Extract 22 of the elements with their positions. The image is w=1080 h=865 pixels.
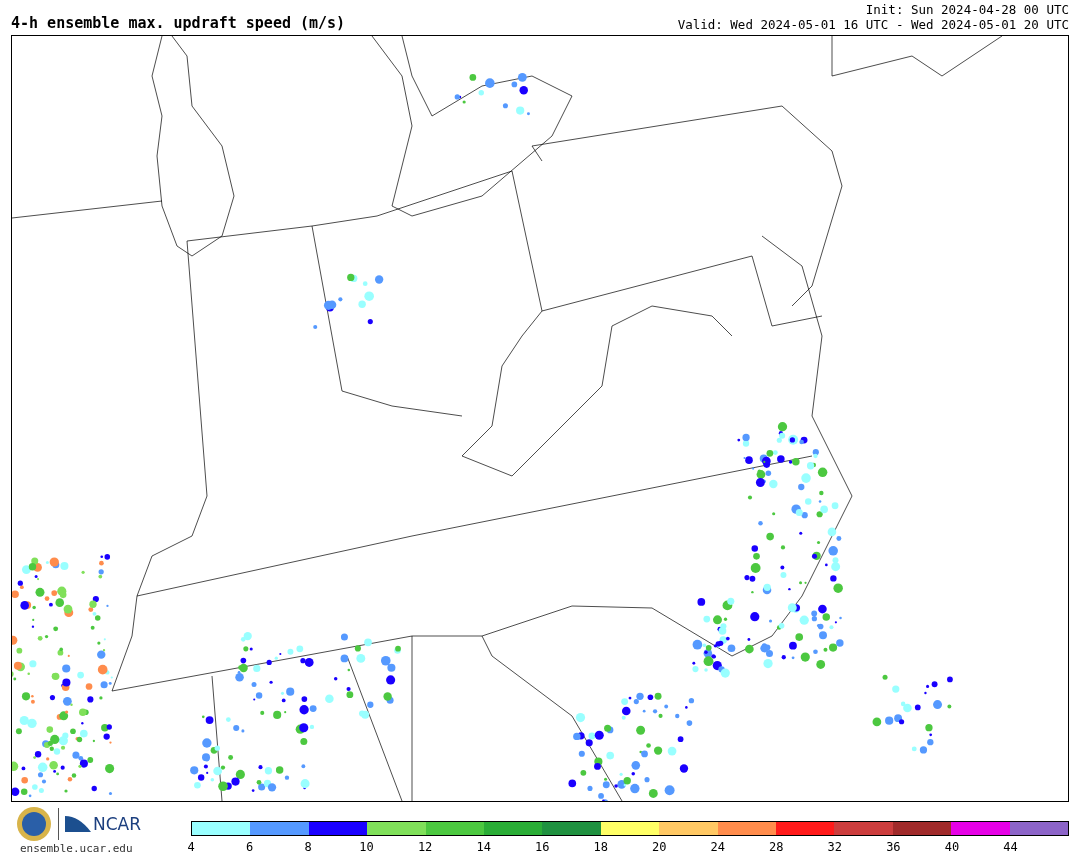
- colorbar-tick-label: 18: [593, 840, 608, 854]
- init-time: Init: Sun 2024-04-28 00 UTC: [865, 2, 1069, 17]
- colorbar-tick-label: 10: [359, 840, 374, 854]
- colorbar-tick-label: 12: [417, 840, 433, 854]
- colorbar-tick-label: 28: [769, 840, 784, 854]
- colorbar-tick-label: 8: [304, 840, 312, 854]
- ncar-logo-text: NCAR: [93, 814, 142, 834]
- colorbar-tick-label: 6: [245, 840, 254, 854]
- colorbar-tick-label: 44: [1003, 840, 1018, 854]
- colorbar-tick-label: 4: [187, 840, 195, 854]
- map-title: 4-h ensemble max. updraft speed (m/s): [11, 14, 346, 32]
- colorbar-tick-label: 14: [476, 840, 491, 854]
- colorbar-tick-label: 40: [944, 840, 960, 854]
- site-url: ensemble.ucar.edu: [20, 842, 133, 855]
- valid-time: Valid: Wed 2024-05-01 16 UTC - Wed 2024-05-01 20 UTC: [677, 17, 1069, 32]
- seal-icon: [16, 806, 52, 842]
- colorbar-tick-label: 36: [886, 840, 901, 854]
- colorbar-tick-label: 24: [710, 840, 725, 854]
- colorbar-tick-label: 32: [827, 840, 843, 854]
- colorbar-tick-label: 16: [534, 840, 550, 854]
- colorbar-tick-label: 20: [652, 840, 667, 854]
- wave-logo-icon: [65, 814, 91, 834]
